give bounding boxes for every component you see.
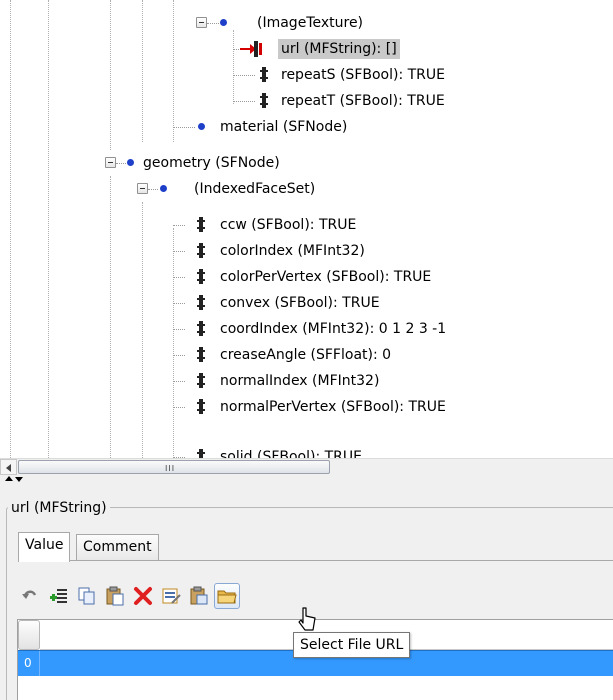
pane-splitter[interactable] bbox=[0, 475, 613, 487]
scrollbar-grip: III bbox=[165, 464, 176, 473]
collapse-toggle-icon[interactable] bbox=[196, 17, 207, 28]
tree-row-label: colorPerVertex (SFBool): TRUE bbox=[220, 269, 432, 285]
tree-row-field[interactable]: colorIndex (MFInt32) bbox=[0, 238, 613, 264]
field-icon bbox=[260, 67, 268, 82]
grid-row-index: 0 bbox=[18, 651, 40, 676]
tree-row-label: repeatT (SFBool): TRUE bbox=[281, 93, 445, 109]
tree-row-material[interactable]: material (SFNode) bbox=[0, 114, 613, 140]
tree-row-label: geometry (SFNode) bbox=[143, 155, 280, 171]
tree-row-imagetexture[interactable]: (ImageTexture) bbox=[0, 10, 613, 36]
tab-value[interactable]: Value bbox=[18, 532, 71, 562]
tree-row-label: (IndexedFaceSet) bbox=[194, 181, 316, 197]
url-field-icon bbox=[240, 41, 262, 57]
tree-row-field[interactable]: coordIndex (MFInt32): 0 1 2 3 -1 bbox=[0, 316, 613, 342]
scrollbar-thumb[interactable]: III bbox=[18, 460, 330, 474]
tree-row-label: creaseAngle (SFFloat): 0 bbox=[220, 347, 392, 363]
add-rows-icon[interactable] bbox=[48, 585, 70, 607]
paste-icon[interactable] bbox=[104, 585, 126, 607]
field-icon bbox=[197, 269, 205, 284]
tab-comment[interactable]: Comment bbox=[76, 534, 159, 560]
delete-icon[interactable] bbox=[132, 585, 154, 607]
field-group-title: url (MFString) bbox=[8, 500, 110, 516]
tree-row-label: ccw (SFBool): TRUE bbox=[220, 217, 357, 233]
tree-row-label: normalIndex (MFInt32) bbox=[220, 373, 380, 389]
select-all-button[interactable] bbox=[18, 620, 40, 650]
node-dot-icon bbox=[220, 19, 227, 26]
tree-row-label: (ImageTexture) bbox=[257, 15, 364, 31]
tree-row-field[interactable]: convex (SFBool): TRUE bbox=[0, 290, 613, 316]
tree-row-field[interactable]: solid (SFBool): TRUE bbox=[0, 444, 613, 458]
tree-row-label: normalPerVertex (SFBool): TRUE bbox=[220, 399, 446, 415]
paste-special-icon[interactable] bbox=[188, 585, 210, 607]
tree-row-label: repeatS (SFBool): TRUE bbox=[281, 67, 445, 83]
tree-row-repeats[interactable]: repeatS (SFBool): TRUE bbox=[0, 62, 613, 88]
mouse-pointer-icon bbox=[298, 607, 316, 631]
field-icon bbox=[197, 321, 205, 336]
undo-icon[interactable] bbox=[20, 585, 42, 607]
collapse-down-icon[interactable] bbox=[15, 477, 23, 482]
tree-row-field[interactable]: normalIndex (MFInt32) bbox=[0, 368, 613, 394]
tree-row-label: solid (SFBool): TRUE bbox=[220, 449, 363, 458]
node-dot-icon bbox=[127, 159, 134, 166]
tree-horizontal-scrollbar[interactable]: III bbox=[0, 458, 613, 475]
tree-row-label: url (MFString): [] bbox=[278, 39, 400, 59]
tree-row-field[interactable]: colorPerVertex (SFBool): TRUE bbox=[0, 264, 613, 290]
edit-icon[interactable] bbox=[160, 585, 182, 607]
tree-row-label: material (SFNode) bbox=[220, 119, 348, 135]
field-icon bbox=[197, 373, 205, 388]
tooltip-select-file-url: Select File URL bbox=[293, 632, 411, 658]
field-icon bbox=[197, 295, 205, 310]
field-editor-panel: url (MFString) Value Comment 0 bbox=[0, 487, 613, 700]
node-dot-icon bbox=[160, 185, 167, 192]
collapse-toggle-icon[interactable] bbox=[105, 157, 116, 168]
tree-row-field[interactable]: normalPerVertex (SFBool): TRUE bbox=[0, 394, 613, 420]
scroll-left-icon[interactable] bbox=[0, 459, 17, 475]
expand-up-icon[interactable] bbox=[5, 476, 13, 481]
field-icon bbox=[197, 243, 205, 258]
tab-divider bbox=[18, 560, 613, 561]
field-icon bbox=[197, 217, 205, 232]
tree-row-url[interactable]: url (MFString): [] bbox=[0, 36, 613, 62]
copy-icon[interactable] bbox=[76, 585, 98, 607]
tree-row-geometry[interactable]: geometry (SFNode) bbox=[0, 150, 613, 176]
field-icon bbox=[197, 399, 205, 414]
field-icon bbox=[260, 93, 268, 108]
field-icon bbox=[197, 449, 205, 458]
tree-row-repeatt[interactable]: repeatT (SFBool): TRUE bbox=[0, 88, 613, 114]
tree-row-indexedfaceset[interactable]: (IndexedFaceSet) bbox=[0, 176, 613, 202]
tree-row-field[interactable]: ccw (SFBool): TRUE bbox=[0, 212, 613, 238]
scene-tree[interactable]: (ImageTexture) url (MFString): [] repeat… bbox=[0, 0, 613, 458]
tree-row-field[interactable]: creaseAngle (SFFloat): 0 bbox=[0, 342, 613, 368]
select-file-url-icon[interactable] bbox=[214, 583, 240, 609]
tree-row-label: coordIndex (MFInt32): 0 1 2 3 -1 bbox=[220, 321, 447, 337]
node-dot-icon bbox=[198, 123, 205, 130]
field-icon bbox=[197, 347, 205, 362]
collapse-toggle-icon[interactable] bbox=[137, 183, 148, 194]
tree-row-label: colorIndex (MFInt32) bbox=[220, 243, 365, 259]
tree-row-label: convex (SFBool): TRUE bbox=[220, 295, 380, 311]
